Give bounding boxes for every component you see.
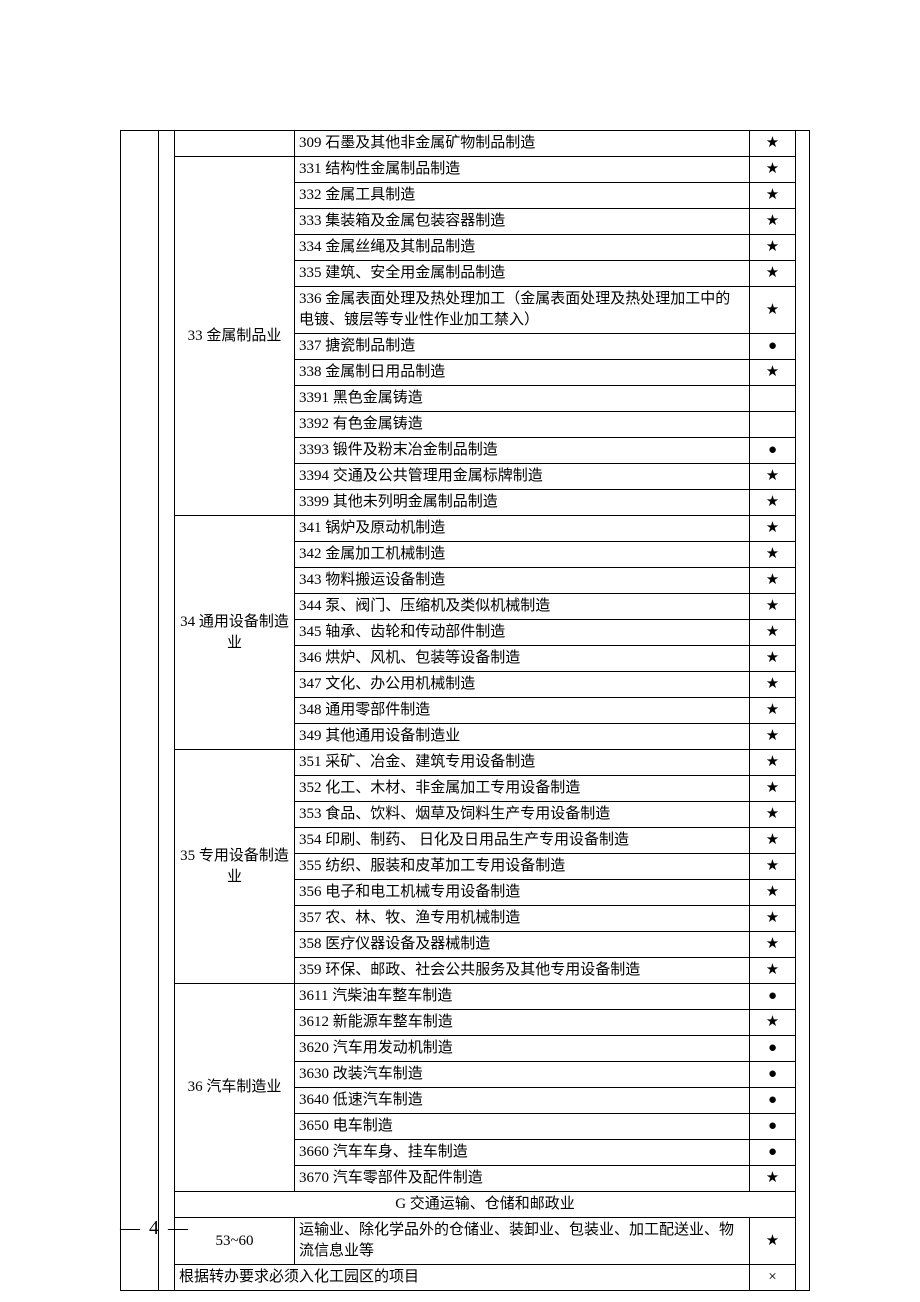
desc-cell: 352 化工、木材、非金属加工专用设备制造 <box>295 776 750 802</box>
category-cell <box>175 131 295 157</box>
mark-cell: × <box>750 1265 796 1291</box>
mark-cell: ● <box>750 1114 796 1140</box>
desc-cell: 333 集装箱及金属包装容器制造 <box>295 209 750 235</box>
mark-cell: ★ <box>750 646 796 672</box>
mark-cell: ★ <box>750 698 796 724</box>
mark-cell: ★ <box>750 1010 796 1036</box>
desc-cell: 346 烘炉、风机、包装等设备制造 <box>295 646 750 672</box>
desc-cell: 343 物料搬运设备制造 <box>295 568 750 594</box>
desc-cell: 354 印刷、制药、 日化及日用品生产专用设备制造 <box>295 828 750 854</box>
mark-cell: ★ <box>750 906 796 932</box>
mark-cell: ★ <box>750 750 796 776</box>
mark-cell: ★ <box>750 958 796 984</box>
mark-cell: ★ <box>750 360 796 386</box>
desc-cell: 341 锅炉及原动机制造 <box>295 516 750 542</box>
desc-cell: 347 文化、办公用机械制造 <box>295 672 750 698</box>
desc-cell: 运输业、除化学品外的仓储业、装卸业、包装业、加工配送业、物流信息业等 <box>295 1218 750 1265</box>
mark-cell: ● <box>750 1062 796 1088</box>
mark-cell: ★ <box>750 542 796 568</box>
mark-cell: ★ <box>750 464 796 490</box>
mark-cell: ● <box>750 984 796 1010</box>
mark-cell: ★ <box>750 235 796 261</box>
mark-cell: ★ <box>750 620 796 646</box>
desc-cell: 3399 其他未列明金属制品制造 <box>295 490 750 516</box>
category-cell: 53~60 <box>175 1218 295 1265</box>
mark-cell: ★ <box>750 1218 796 1265</box>
mark-cell: ● <box>750 1036 796 1062</box>
desc-cell: 3391 黑色金属铸造 <box>295 386 750 412</box>
mark-cell: ★ <box>750 183 796 209</box>
desc-cell: 3640 低速汽车制造 <box>295 1088 750 1114</box>
desc-cell: 344 泵、阀门、压缩机及类似机械制造 <box>295 594 750 620</box>
mark-cell: ★ <box>750 672 796 698</box>
mark-cell: ★ <box>750 516 796 542</box>
category-cell: 35 专用设备制造业 <box>175 750 295 984</box>
mark-cell: ★ <box>750 932 796 958</box>
desc-cell: 3612 新能源车整车制造 <box>295 1010 750 1036</box>
mark-cell: ★ <box>750 880 796 906</box>
desc-cell: 358 医疗仪器设备及器械制造 <box>295 932 750 958</box>
mark-cell: ★ <box>750 157 796 183</box>
desc-cell: 356 电子和电工机械专用设备制造 <box>295 880 750 906</box>
category-cell: 34 通用设备制造业 <box>175 516 295 750</box>
mark-cell: ● <box>750 438 796 464</box>
mark-cell: ★ <box>750 776 796 802</box>
mark-cell: ★ <box>750 261 796 287</box>
right-gap-cell <box>796 131 810 1291</box>
desc-cell: 3394 交通及公共管理用金属标牌制造 <box>295 464 750 490</box>
category-cell: 36 汽车制造业 <box>175 984 295 1192</box>
desc-cell: 338 金属制日用品制造 <box>295 360 750 386</box>
mark-cell: ● <box>750 1140 796 1166</box>
mark-cell: ★ <box>750 828 796 854</box>
desc-cell: 334 金属丝绳及其制品制造 <box>295 235 750 261</box>
document-page: 309 石墨及其他非金属矿物制品制造★33 金属制品业331 结构性金属制品制造… <box>0 0 920 1302</box>
desc-cell: 359 环保、邮政、社会公共服务及其他专用设备制造 <box>295 958 750 984</box>
mark-cell: ★ <box>750 802 796 828</box>
mark-cell: ★ <box>750 209 796 235</box>
desc-cell: 357 农、林、牧、渔专用机械制造 <box>295 906 750 932</box>
category-cell: 33 金属制品业 <box>175 157 295 516</box>
left-gap-cell <box>159 131 175 1291</box>
mark-cell: ★ <box>750 131 796 157</box>
left-margin-cell <box>121 131 159 1291</box>
mark-cell: ● <box>750 1088 796 1114</box>
desc-cell: 331 结构性金属制品制造 <box>295 157 750 183</box>
page-number: — 4 — <box>120 1217 190 1240</box>
section-header: G 交通运输、仓储和邮政业 <box>175 1192 796 1218</box>
mark-cell: ★ <box>750 854 796 880</box>
desc-cell: 3393 锻件及粉末冶金制品制造 <box>295 438 750 464</box>
mark-cell: ● <box>750 334 796 360</box>
desc-cell: 336 金属表面处理及热处理加工（金属表面处理及热处理加工中的电镀、镀层等专业性… <box>295 287 750 334</box>
desc-cell: 355 纺织、服装和皮革加工专用设备制造 <box>295 854 750 880</box>
desc-cell: 349 其他通用设备制造业 <box>295 724 750 750</box>
mark-cell: ★ <box>750 724 796 750</box>
industry-table: 309 石墨及其他非金属矿物制品制造★33 金属制品业331 结构性金属制品制造… <box>120 130 810 1291</box>
desc-cell: 3630 改装汽车制造 <box>295 1062 750 1088</box>
desc-cell: 3650 电车制造 <box>295 1114 750 1140</box>
desc-cell: 332 金属工具制造 <box>295 183 750 209</box>
desc-cell: 309 石墨及其他非金属矿物制品制造 <box>295 131 750 157</box>
mark-cell: ★ <box>750 568 796 594</box>
mark-cell: ★ <box>750 287 796 334</box>
desc-cell: 348 通用零部件制造 <box>295 698 750 724</box>
desc-cell: 345 轴承、齿轮和传动部件制造 <box>295 620 750 646</box>
desc-cell: 335 建筑、安全用金属制品制造 <box>295 261 750 287</box>
desc-cell: 3611 汽柴油车整车制造 <box>295 984 750 1010</box>
mark-cell <box>750 412 796 438</box>
desc-cell: 351 采矿、冶金、建筑专用设备制造 <box>295 750 750 776</box>
desc-cell: 337 搪瓷制品制造 <box>295 334 750 360</box>
footer-desc: 根据转办要求必须入化工园区的项目 <box>175 1265 750 1291</box>
mark-cell: ★ <box>750 594 796 620</box>
mark-cell: ★ <box>750 490 796 516</box>
desc-cell: 3620 汽车用发动机制造 <box>295 1036 750 1062</box>
desc-cell: 353 食品、饮料、烟草及饲料生产专用设备制造 <box>295 802 750 828</box>
desc-cell: 3670 汽车零部件及配件制造 <box>295 1166 750 1192</box>
mark-cell: ★ <box>750 1166 796 1192</box>
desc-cell: 3660 汽车车身、挂车制造 <box>295 1140 750 1166</box>
desc-cell: 3392 有色金属铸造 <box>295 412 750 438</box>
desc-cell: 342 金属加工机械制造 <box>295 542 750 568</box>
mark-cell <box>750 386 796 412</box>
